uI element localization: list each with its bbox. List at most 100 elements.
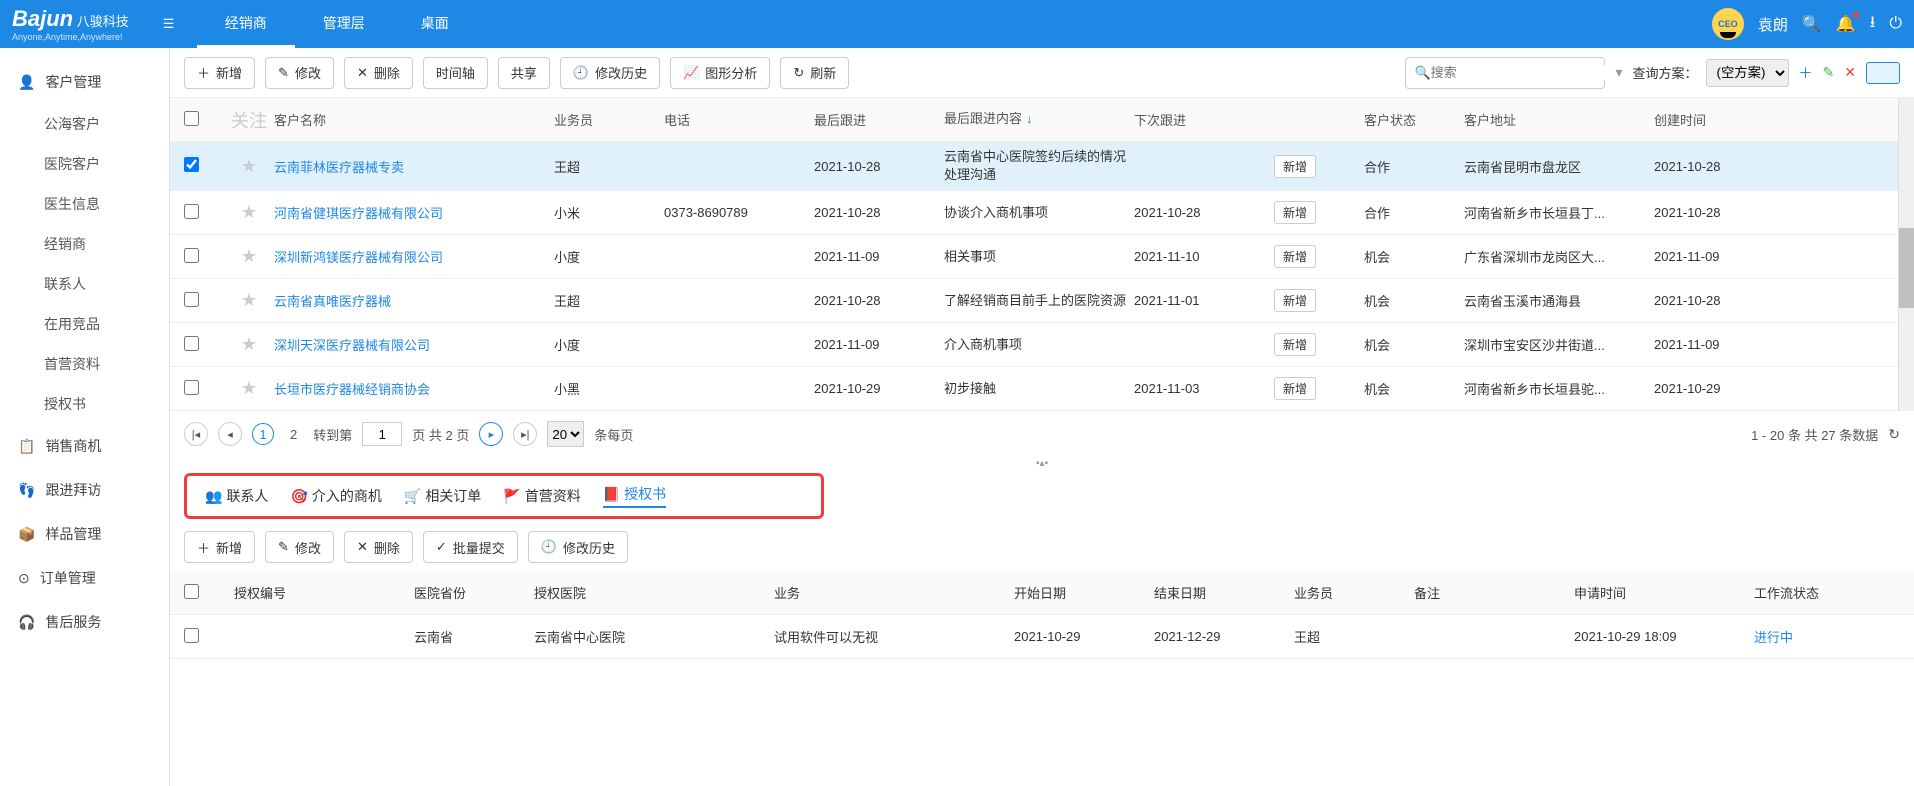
sidebar-sub-firstrun[interactable]: 首营资料 [0, 344, 169, 384]
scol-flow[interactable]: 工作流状态 [1754, 583, 1874, 602]
tag-button[interactable]: 新增 [1274, 155, 1316, 178]
sub-tab-contacts[interactable]: 👥联系人 [205, 484, 268, 508]
refresh-button[interactable]: ↻刷新 [780, 57, 849, 89]
tag-button[interactable]: 新增 [1274, 377, 1316, 400]
tag-button[interactable]: 新增 [1274, 289, 1316, 312]
chart-button[interactable]: 📈图形分析 [670, 57, 770, 89]
pager-prev[interactable]: ◂ [218, 422, 242, 446]
sub-add-button[interactable]: ＋新增 [184, 531, 255, 563]
filter-icon[interactable]: ▾ [1615, 64, 1622, 81]
workflow-link[interactable]: 进行中 [1754, 630, 1793, 645]
pager-refresh-icon[interactable]: ↻ [1888, 426, 1900, 443]
pager-last[interactable]: ▸| [513, 422, 537, 446]
star-icon[interactable]: ★ [224, 202, 274, 223]
sub-edit-button[interactable]: ✎修改 [265, 531, 334, 563]
scol-biz[interactable]: 业务 [774, 583, 1014, 602]
tag-button[interactable]: 新增 [1274, 333, 1316, 356]
scheme-edit-icon[interactable]: ✎ [1823, 64, 1835, 81]
col-next[interactable]: 下次跟进 [1134, 110, 1274, 129]
share-button[interactable]: 共享 [498, 57, 550, 89]
logo[interactable]: Bajun 八骏科技 Anyone,Anytime,Anywhere! [12, 6, 129, 42]
scrollbar-thumb[interactable] [1899, 228, 1914, 308]
sidebar-sub-auth[interactable]: 授权书 [0, 384, 169, 424]
sidebar-sub-contact[interactable]: 联系人 [0, 264, 169, 304]
scol-no[interactable]: 授权编号 [234, 583, 414, 602]
view-toggle[interactable] [1866, 62, 1900, 84]
top-tab-dealer[interactable]: 经销商 [197, 0, 295, 48]
avatar[interactable]: CEO [1712, 8, 1744, 40]
add-button[interactable]: ＋新增 [184, 57, 255, 89]
search-input[interactable] [1431, 65, 1607, 80]
scheme-select[interactable]: (空方案) [1706, 59, 1789, 87]
sub-tab-orders[interactable]: 🛒相关订单 [404, 484, 481, 508]
delete-button[interactable]: ✕删除 [344, 57, 413, 89]
search-icon[interactable]: 🔍 [1802, 14, 1822, 34]
row-checkbox[interactable] [184, 248, 199, 263]
star-icon[interactable]: ★ [224, 334, 274, 355]
star-icon[interactable]: ★ [224, 290, 274, 311]
col-status[interactable]: 客户状态 [1364, 110, 1464, 129]
collapse-handle[interactable]: ▪▴▪ [170, 457, 1914, 469]
sidebar-sub-hospital[interactable]: 医院客户 [0, 144, 169, 184]
sidebar-group-followup[interactable]: 👣跟进拜访 [0, 468, 169, 512]
sidebar-sub-doctor[interactable]: 医生信息 [0, 184, 169, 224]
pager-page-2[interactable]: 2 [284, 427, 303, 442]
download-icon[interactable]: ⭳ [1870, 11, 1876, 38]
star-icon[interactable]: ★ [224, 378, 274, 399]
sub-select-all[interactable] [184, 584, 199, 599]
sidebar-group-opportunity[interactable]: 📋销售商机 [0, 424, 169, 468]
row-checkbox[interactable] [184, 336, 199, 351]
sub-tab-firstrun[interactable]: 🚩首营资料 [503, 484, 580, 508]
sidebar-group-service[interactable]: 🎧售后服务 [0, 600, 169, 644]
top-tab-manager[interactable]: 管理层 [295, 0, 393, 48]
table-row[interactable]: ★云南省真唯医疗器械王超2021-10-28了解经销商目前手上的医院资源2021… [170, 279, 1898, 323]
sub-batch-button[interactable]: ✓批量提交 [423, 531, 518, 563]
pager-next[interactable]: ▸ [479, 422, 503, 446]
scol-sales[interactable]: 业务员 [1294, 583, 1414, 602]
sidebar-sub-public[interactable]: 公海客户 [0, 104, 169, 144]
row-checkbox[interactable] [184, 157, 199, 172]
star-icon[interactable]: ★ [224, 156, 274, 177]
sidebar-sub-dealer[interactable]: 经销商 [0, 224, 169, 264]
scol-start[interactable]: 开始日期 [1014, 583, 1154, 602]
sub-row-checkbox[interactable] [184, 628, 199, 643]
sub-tab-opportunity[interactable]: 🎯介入的商机 [290, 484, 381, 508]
edit-button[interactable]: ✎修改 [265, 57, 334, 89]
row-checkbox[interactable] [184, 380, 199, 395]
scheme-del-icon[interactable]: ✕ [1844, 64, 1856, 81]
user-name[interactable]: 袁朗 [1758, 14, 1788, 35]
pager-first[interactable]: |◂ [184, 422, 208, 446]
customer-link[interactable]: 深圳天深医疗器械有限公司 [274, 338, 430, 353]
col-content[interactable]: 最后跟进内容↓ [944, 110, 1134, 128]
star-icon[interactable]: ★ [224, 246, 274, 267]
search-box[interactable]: 🔍 [1405, 57, 1605, 89]
row-checkbox[interactable] [184, 292, 199, 307]
history-button[interactable]: 🕘修改历史 [560, 57, 660, 89]
hamburger-icon[interactable]: ☰ [163, 16, 183, 32]
sidebar-sub-competitor[interactable]: 在用竞品 [0, 304, 169, 344]
customer-link[interactable]: 深圳新鸿镁医疗器械有限公司 [274, 250, 443, 265]
sidebar-group-sample[interactable]: 📦样品管理 [0, 512, 169, 556]
table-row[interactable]: ★长垣市医疗器械经销商协会小黑2021-10-29初步接触2021-11-03新… [170, 367, 1898, 411]
scheme-add-icon[interactable]: ＋ [1799, 63, 1813, 83]
sub-delete-button[interactable]: ✕删除 [344, 531, 413, 563]
table-row[interactable]: ★深圳天深医疗器械有限公司小度2021-11-09介入商机事项新增机会深圳市宝安… [170, 323, 1898, 367]
scol-hosp[interactable]: 授权医院 [534, 583, 774, 602]
bell-icon[interactable]: 🔔 [1836, 14, 1856, 34]
scol-apply[interactable]: 申请时间 [1574, 583, 1754, 602]
row-checkbox[interactable] [184, 204, 199, 219]
top-tab-desktop[interactable]: 桌面 [393, 0, 477, 48]
timeline-button[interactable]: 时间轴 [423, 57, 488, 89]
sidebar-group-order[interactable]: ⊙订单管理 [0, 556, 169, 600]
sub-table-row[interactable]: 云南省云南省中心医院试用软件可以无视2021-10-292021-12-29王超… [170, 615, 1914, 659]
power-icon[interactable]: ⏻ [1889, 15, 1902, 33]
select-all-checkbox[interactable] [184, 111, 199, 126]
col-addr[interactable]: 客户地址 [1464, 110, 1654, 129]
sub-history-button[interactable]: 🕘修改历史 [528, 531, 628, 563]
sub-tab-auth[interactable]: 📕授权书 [603, 484, 666, 508]
tag-button[interactable]: 新增 [1274, 245, 1316, 268]
customer-link[interactable]: 云南省真唯医疗器械 [274, 294, 391, 309]
pager-page-1[interactable]: 1 [252, 423, 274, 445]
sidebar-group-customer[interactable]: 👤客户管理 [0, 60, 169, 104]
col-phone[interactable]: 电话 [664, 110, 814, 129]
